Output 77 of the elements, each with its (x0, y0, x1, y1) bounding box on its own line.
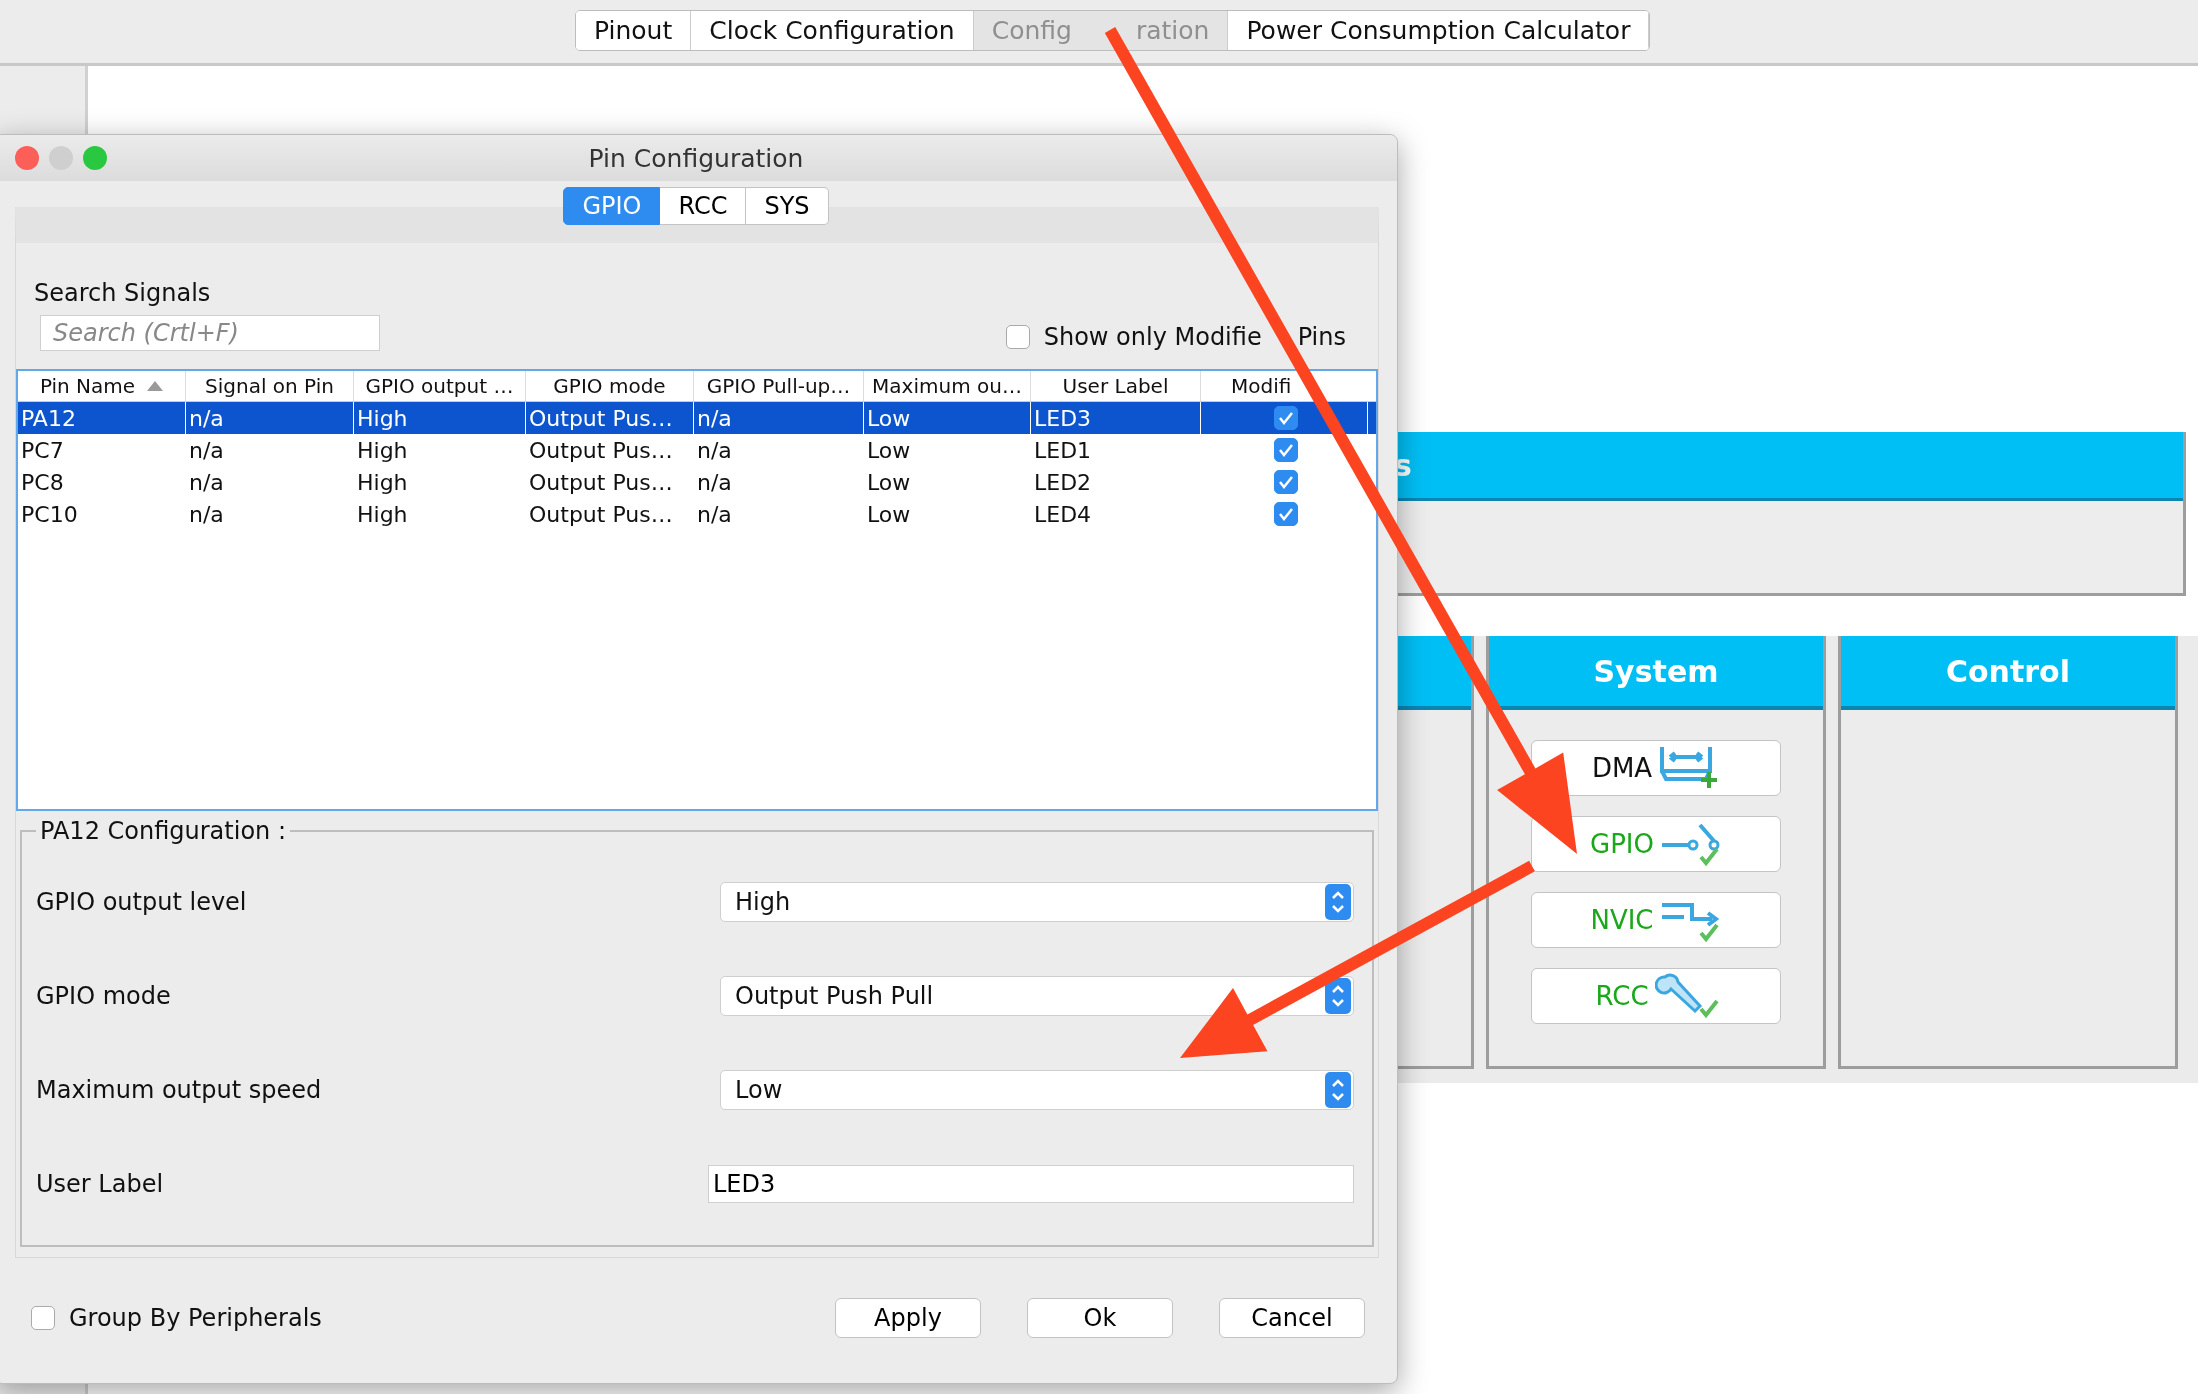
peripheral-button[interactable]: DMA (1531, 740, 1781, 796)
table-cell-text: LED4 (1033, 501, 1093, 527)
plus-icon (1698, 769, 1720, 791)
table-cell-text: Low (866, 469, 912, 495)
table-cell: Low (864, 402, 1031, 434)
column-header[interactable]: GPIO Pull-up… (694, 371, 864, 401)
column-header[interactable]: User Label (1031, 371, 1201, 401)
window-title: Pin Configuration (588, 143, 804, 173)
search-label: Search Signals (34, 279, 212, 307)
table-cell-text: n/a (188, 437, 225, 463)
table-row[interactable]: PC10 n/a High Output Pus… n/a Low LED4 (18, 498, 1376, 530)
dialog-button[interactable]: Apply (835, 1298, 981, 1338)
category-title: Control (1946, 653, 2070, 689)
column-header[interactable]: GPIO output … (354, 371, 526, 401)
table-cell: PA12 (18, 402, 186, 434)
dialog-button[interactable]: Cancel (1219, 1298, 1365, 1338)
table-cell-text: n/a (188, 501, 225, 527)
checkbox[interactable] (1005, 325, 1030, 349)
checkbox-label: Show only Modifie (1043, 323, 1262, 351)
field-label: User Label (36, 1170, 164, 1198)
table-row[interactable]: PC8 n/a High Output Pus… n/a Low LED2 (18, 466, 1376, 498)
table-cell: n/a (694, 402, 864, 434)
field-label: Maximum output speed (36, 1076, 322, 1104)
dropdown[interactable]: High (720, 882, 1354, 922)
stepper-icon (1325, 884, 1351, 920)
input-field[interactable]: LED3 (708, 1165, 1354, 1203)
table-cell: n/a (186, 402, 354, 434)
table-cell-text: Output Pus… (528, 469, 674, 495)
checkbox[interactable] (1273, 406, 1298, 430)
dropdown[interactable]: Low (720, 1070, 1354, 1110)
tab[interactable]: RCC (660, 187, 747, 225)
checkbox-label: Group By Peripherals (69, 1304, 322, 1332)
checkbox[interactable] (1274, 470, 1298, 494)
table-cell: Output Pus… (526, 402, 694, 434)
column-header[interactable]: Modifi (1201, 371, 1368, 401)
check-icon (1698, 845, 1720, 867)
table-cell-text: n/a (696, 501, 733, 527)
table-cell-text: PC10 (20, 501, 79, 527)
table-cell: LED3 (1031, 402, 1201, 434)
table-cell-text: LED1 (1033, 437, 1093, 463)
column-header[interactable]: Signal on Pin (186, 371, 354, 401)
dropdown[interactable]: Output Push Pull (720, 976, 1354, 1016)
checkbox[interactable] (1274, 502, 1298, 526)
column-header[interactable]: GPIO mode (526, 371, 694, 401)
column-header[interactable]: Maximum ou… (864, 371, 1031, 401)
search-field[interactable]: Search (Crtl+F) (40, 315, 380, 351)
check-icon (1698, 997, 1720, 1019)
table-row[interactable]: PC7 n/a High Output Pus… n/a Low LED1 (18, 434, 1376, 466)
checkbox[interactable] (1274, 438, 1298, 462)
table-cell-text: PC8 (20, 469, 65, 495)
table-cell: High (354, 402, 526, 434)
app-tab[interactable]: Pinout (576, 11, 692, 50)
table-cell-text: PC7 (20, 437, 65, 463)
field-label: GPIO output level (36, 888, 247, 916)
field-label: GPIO mode (36, 982, 171, 1010)
table-cell-text: High (356, 469, 409, 495)
check-icon (1698, 921, 1720, 943)
table-cell-text: Low (866, 501, 912, 527)
table-cell-text: n/a (696, 469, 733, 495)
group-title: PA12 Configuration : (39, 817, 287, 845)
tab[interactable]: SYS (746, 187, 829, 225)
column-header[interactable]: Pin Name (18, 371, 186, 401)
table-cell-text: LED2 (1033, 469, 1093, 495)
checkbox-label: Pins (1297, 323, 1346, 351)
stepper-icon (1325, 978, 1351, 1014)
table-cell-text: Low (866, 437, 912, 463)
checkbox[interactable] (31, 1306, 55, 1330)
table-cell-text: n/a (188, 469, 225, 495)
table-cell-text: High (356, 437, 409, 463)
table-cell-text: Output Pus… (528, 437, 674, 463)
category-title: System (1593, 653, 1719, 689)
stepper-icon (1325, 1072, 1351, 1108)
table-cell-text: Output Pus… (528, 501, 674, 527)
table-cell-text: High (356, 501, 409, 527)
dialog-button[interactable]: Ok (1027, 1298, 1173, 1338)
table-cell-text: n/a (696, 437, 733, 463)
table-row[interactable]: PA12 n/a High Output Pus… n/a Low LED3 (18, 402, 1376, 434)
